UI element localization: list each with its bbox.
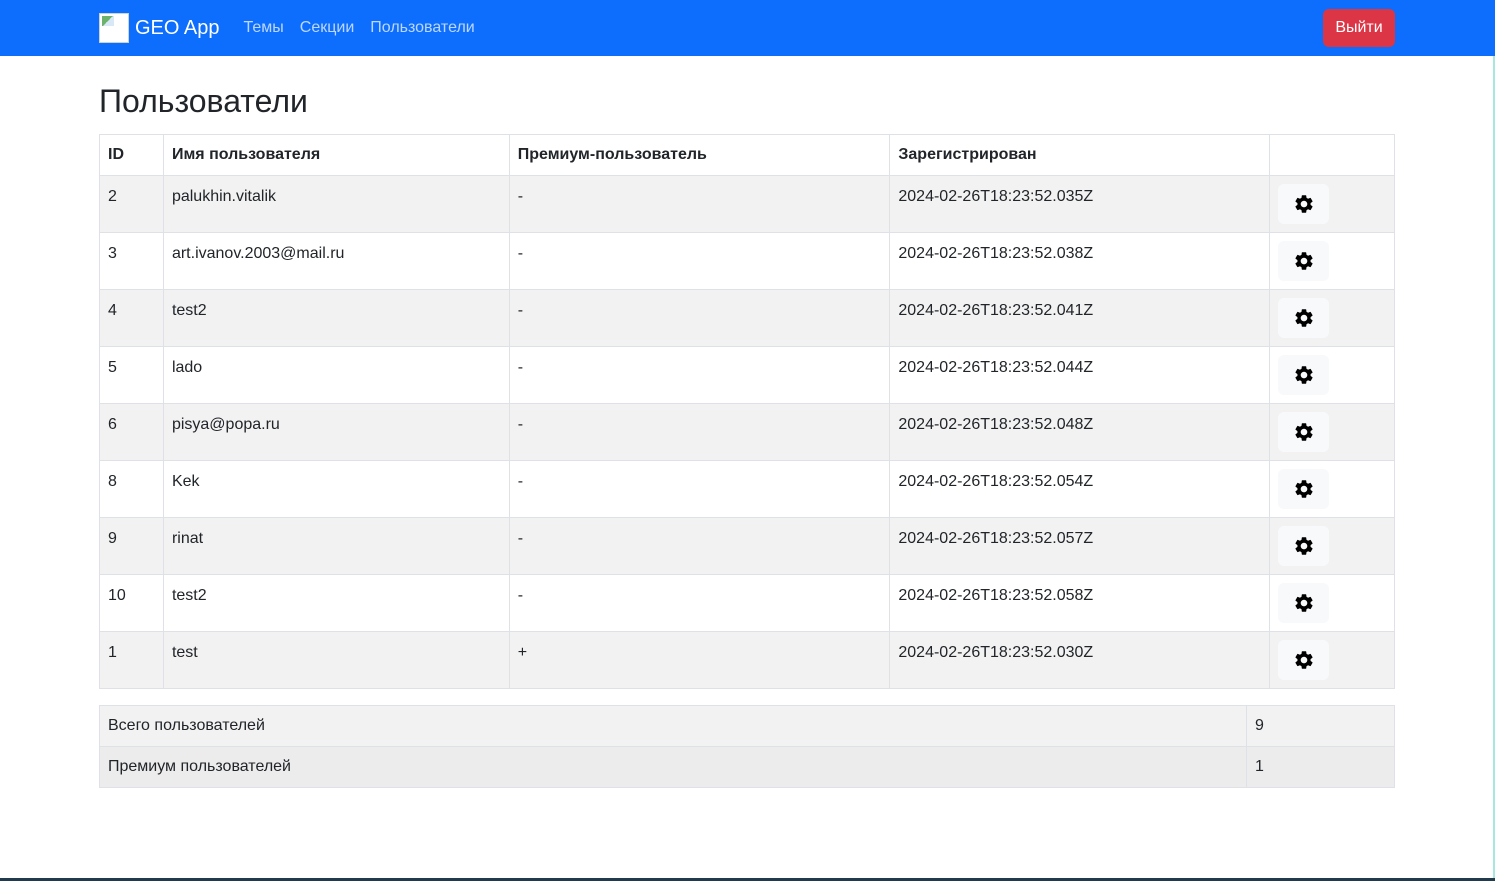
- cell-registered: 2024-02-26T18:23:52.041Z: [889, 289, 1271, 348]
- cell-actions: [1269, 175, 1395, 234]
- total-users-label: Всего пользователей: [99, 705, 1247, 748]
- gear-icon: [1293, 649, 1315, 671]
- header-id: ID: [99, 134, 164, 177]
- users-table: ID Имя пользователя Премиум-пользователь…: [99, 134, 1395, 690]
- cell-registered: 2024-02-26T18:23:52.048Z: [889, 403, 1271, 462]
- cell-premium: -: [508, 232, 891, 291]
- header-username: Имя пользователя: [162, 134, 510, 177]
- table-row: 6 pisya@popa.ru -2024-02-26T18:23:52.048Z: [99, 403, 1395, 462]
- header-registered: Зарегистрирован: [889, 134, 1271, 177]
- cell-username: palukhin.vitalik: [162, 175, 510, 234]
- users-table-body: 2 palukhin.vitalik -2024-02-26T18:23:52.03…: [99, 175, 1395, 690]
- cell-username: art.ivanov.2003@mail.ru: [162, 232, 510, 291]
- premium-users-label: Премиум пользователей: [99, 746, 1247, 789]
- cell-premium: +: [508, 631, 891, 690]
- cell-username: test: [162, 631, 510, 690]
- gear-icon: [1293, 421, 1315, 443]
- cell-registered: 2024-02-26T18:23:52.058Z: [889, 574, 1271, 633]
- gear-icon: [1293, 478, 1315, 500]
- cell-id: 2: [99, 175, 164, 234]
- cell-registered: 2024-02-26T18:23:52.054Z: [889, 460, 1271, 519]
- brand-label: GEO App: [135, 16, 220, 39]
- header-premium: Премиум-пользователь: [508, 134, 891, 177]
- cell-registered: 2024-02-26T18:23:52.038Z: [889, 232, 1271, 291]
- table-row: 4 test2-2024-02-26T18:23:52.041Z: [99, 289, 1395, 348]
- cell-username: test2: [162, 289, 510, 348]
- cell-premium: -: [508, 289, 891, 348]
- edit-user-button[interactable]: [1278, 583, 1330, 624]
- edit-user-button[interactable]: [1278, 640, 1330, 681]
- cell-id: 1: [99, 631, 164, 690]
- cell-id: 4: [99, 289, 164, 348]
- gear-icon: [1293, 193, 1315, 215]
- table-row: 9 rinat -2024-02-26T18:23:52.057Z: [99, 517, 1395, 576]
- cell-registered: 2024-02-26T18:23:52.035Z: [889, 175, 1271, 234]
- total-users-value: 9: [1246, 705, 1395, 748]
- cell-id: 10: [99, 574, 164, 633]
- cell-username: Kek: [162, 460, 510, 519]
- stats-row-total: Всего пользователей 9: [99, 705, 1395, 748]
- cell-actions: [1269, 460, 1395, 519]
- nav-link-topics[interactable]: Темы: [244, 19, 284, 37]
- cell-actions: [1269, 232, 1395, 291]
- cell-registered: 2024-02-26T18:23:52.057Z: [889, 517, 1271, 576]
- gear-icon: [1293, 250, 1315, 272]
- edit-user-button[interactable]: [1278, 298, 1330, 339]
- cell-premium: -: [508, 403, 891, 462]
- cell-registered: 2024-02-26T18:23:52.030Z: [889, 631, 1271, 690]
- cell-username: test2: [162, 574, 510, 633]
- cell-premium: -: [508, 346, 891, 405]
- cell-actions: [1269, 574, 1395, 633]
- edit-user-button[interactable]: [1278, 184, 1330, 225]
- cell-actions: [1269, 289, 1395, 348]
- cell-id: 9: [99, 517, 164, 576]
- stats-row-premium: Премиум пользователей 1: [99, 746, 1395, 789]
- cell-premium: -: [508, 460, 891, 519]
- page-title: Пользователи: [99, 83, 308, 119]
- header-actions: [1269, 134, 1395, 177]
- gear-icon: [1293, 592, 1315, 614]
- table-row: 2 palukhin.vitalik -2024-02-26T18:23:52.03…: [99, 175, 1395, 234]
- top-navbar: GEO App Темы Секции Пользователи Выйти: [0, 0, 1495, 56]
- edit-user-button[interactable]: [1278, 412, 1330, 453]
- cell-id: 3: [99, 232, 164, 291]
- table-row: 5 lado -2024-02-26T18:23:52.044Z: [99, 346, 1395, 405]
- cell-actions: [1269, 403, 1395, 462]
- stats-table: Всего пользователей 9 Премиум пользовате…: [99, 705, 1395, 789]
- cell-username: lado: [162, 346, 510, 405]
- nav-links: Темы Секции Пользователи: [244, 19, 475, 37]
- cell-username: rinat: [162, 517, 510, 576]
- table-row: 8 Kek -2024-02-26T18:23:52.054Z: [99, 460, 1395, 519]
- cell-premium: -: [508, 517, 891, 576]
- edit-user-button[interactable]: [1278, 241, 1330, 282]
- table-row: 10 test2-2024-02-26T18:23:52.058Z: [99, 574, 1395, 633]
- cell-id: 6: [99, 403, 164, 462]
- cell-premium: -: [508, 175, 891, 234]
- cell-registered: 2024-02-26T18:23:52.044Z: [889, 346, 1271, 405]
- edit-user-button[interactable]: [1278, 355, 1330, 396]
- table-row: 3 art.ivanov.2003@mail.ru -2024-02-26T18:2…: [99, 232, 1395, 291]
- gear-icon: [1293, 364, 1315, 386]
- cell-id: 8: [99, 460, 164, 519]
- broken-image-icon: [99, 13, 129, 43]
- nav-link-sections[interactable]: Секции: [300, 19, 355, 37]
- cell-username: pisya@popa.ru: [162, 403, 510, 462]
- cell-actions: [1269, 346, 1395, 405]
- edit-user-button[interactable]: [1278, 526, 1330, 567]
- table-header-row: ID Имя пользователя Премиум-пользователь…: [99, 134, 1395, 177]
- premium-users-value: 1: [1246, 746, 1395, 789]
- cell-actions: [1269, 517, 1395, 576]
- table-row: 1 test +2024-02-26T18:23:52.030Z: [99, 631, 1395, 690]
- edit-user-button[interactable]: [1278, 469, 1330, 510]
- main-content: Пользователи ID Имя пользователя Премиум…: [0, 82, 1495, 789]
- logout-button[interactable]: Выйти: [1323, 9, 1395, 47]
- cell-id: 5: [99, 346, 164, 405]
- gear-icon: [1293, 535, 1315, 557]
- brand[interactable]: GEO App: [99, 13, 220, 43]
- gear-icon: [1293, 307, 1315, 329]
- cell-premium: -: [508, 574, 891, 633]
- nav-link-users[interactable]: Пользователи: [370, 19, 474, 37]
- cell-actions: [1269, 631, 1395, 690]
